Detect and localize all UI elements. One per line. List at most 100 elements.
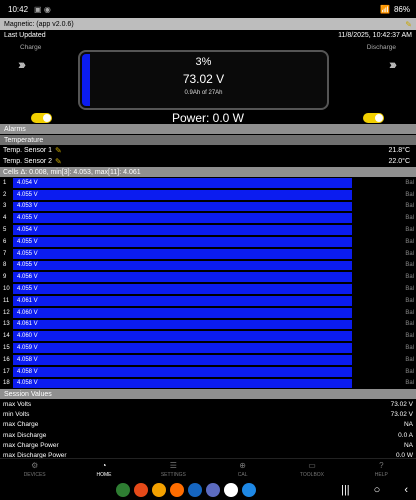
help-icon: ? (379, 461, 384, 470)
battery-panel: Charge ››› Discharge ››› 3% 73.02 V 0.9A… (0, 40, 416, 125)
settings-icon: ☰ (169, 461, 177, 470)
cell-balance-label: Bal (405, 368, 414, 375)
cell-row: 9 4.056 V Bal (0, 271, 416, 283)
cell-voltage: 4.058 V (17, 356, 38, 363)
cell-index: 11 (3, 297, 10, 304)
cell-row: 15 4.059 V Bal (0, 342, 416, 354)
cell-index: 4 (3, 215, 7, 222)
cell-row: 2 4.055 V Bal (0, 189, 416, 201)
battery-gauge: 3% 73.02 V 0.9Ah of 27Ah (78, 50, 329, 110)
cell-voltage-bar (13, 284, 352, 294)
cell-balance-label: Bal (405, 286, 414, 293)
temp-sensor-name-wrap: Temp. Sensor 1 ✎ (3, 146, 62, 155)
cell-index: 3 (3, 203, 7, 210)
battery-ah: 0.9Ah of 27Ah (184, 90, 223, 96)
cell-voltage: 4.058 V (17, 368, 38, 375)
app-icon[interactable] (242, 483, 256, 497)
session-name: max Charge (3, 421, 39, 429)
battery-voltage: 73.02 V (182, 72, 225, 86)
notification-icon: ▣ ◉ (34, 4, 51, 14)
cell-voltage-bar (13, 319, 352, 330)
cell-voltage: 4.060 V (17, 309, 38, 316)
cell-row: 3 4.053 V Bal (0, 201, 416, 213)
cell-voltage: 4.055 V (17, 215, 38, 222)
back-icon[interactable]: ‹ (404, 484, 408, 496)
edit-title-icon[interactable]: ✎ (405, 20, 412, 29)
cell-voltage-bar (13, 354, 352, 365)
session-value: 73.02 V (390, 411, 413, 419)
app-icon[interactable] (188, 483, 202, 497)
temperature-label: Temperature (4, 136, 44, 144)
nav-help[interactable]: ? HELP (347, 459, 416, 480)
status-time: 10:42 (8, 4, 29, 14)
app-icon[interactable] (170, 483, 184, 497)
session-label: Session Values (4, 390, 52, 398)
nav-label: CAL (237, 472, 248, 478)
cell-row: 10 4.055 V Bal (0, 283, 416, 295)
edit-sensor-icon[interactable]: ✎ (55, 146, 62, 155)
last-updated-row: Last Updated 11/8/2025, 10:42:37 AM (0, 30, 416, 40)
app-title: Magnetic: (app v2.0.6) (4, 20, 74, 28)
cell-index: 7 (3, 250, 7, 257)
cell-balance-label: Bal (405, 297, 414, 304)
alarms-label: Alarms (4, 125, 26, 133)
temp-sensor-name: Temp. Sensor 1 (3, 147, 53, 154)
signal-icon: 📶 (380, 4, 390, 14)
cell-voltage-bar (13, 213, 352, 224)
app-icon[interactable] (152, 483, 166, 497)
cell-row: 17 4.058 V Bal (0, 366, 416, 378)
home-circle-icon[interactable]: ○ (374, 484, 381, 496)
cell-voltage-bar (13, 178, 352, 188)
cell-row: 18 4.058 V Bal (0, 378, 416, 390)
app-icon[interactable] (116, 483, 130, 497)
system-nav: ||| ○ ‹ (341, 480, 416, 500)
session-row: max Charge NA (0, 420, 416, 430)
temperature-header[interactable]: Temperature (0, 135, 416, 145)
session-header[interactable]: Session Values (0, 389, 416, 400)
cell-index: 8 (3, 262, 7, 269)
devices-icon: ⚙ (31, 461, 39, 470)
cell-voltage: 4.059 V (17, 345, 38, 352)
session-name: max Volts (3, 400, 32, 408)
cell-voltage: 4.061 V (17, 297, 38, 304)
edit-sensor-icon[interactable]: ✎ (55, 157, 62, 166)
cell-voltage-bar (13, 201, 352, 212)
cell-row: 13 4.061 V Bal (0, 319, 416, 331)
session-name: max Charge Power (3, 441, 59, 449)
cell-voltage-bar (13, 248, 352, 259)
cell-index: 1 (3, 179, 7, 186)
cell-index: 14 (3, 333, 10, 340)
cells-header[interactable]: Cells Δ: 0.008, min[3]: 4.053, max[11]: … (0, 167, 416, 177)
cell-voltage: 4.058 V (17, 380, 38, 387)
cal-icon: ⊕ (239, 461, 246, 470)
session-value: NA (403, 421, 413, 429)
session-list: max Volts 73.02 Vmin Volts 73.02 Vmax Char… (0, 399, 416, 460)
cell-row: 5 4.054 V Bal (0, 224, 416, 236)
cell-index: 16 (3, 356, 10, 363)
nav-home[interactable]: ◔ HOME (69, 459, 138, 480)
app-icon[interactable] (134, 483, 148, 497)
nav-settings[interactable]: ☰ SETTINGS (139, 459, 208, 480)
recents-icon[interactable]: ||| (341, 484, 350, 496)
cell-index: 6 (3, 238, 7, 245)
app-title-bar: Magnetic: (app v2.0.6) ✎ (0, 18, 416, 30)
cell-voltage: 4.055 V (17, 286, 38, 293)
app-icon[interactable] (224, 483, 238, 497)
cell-list: 1 4.054 V Bal 2 4.055 V Bal 3 4.053 V Bal 4 4.055 … (0, 177, 416, 389)
nav-toolbox[interactable]: ▭ TOOLBOX (277, 459, 346, 480)
session-row: max Charge Power NA (0, 440, 416, 450)
temp-sensor-name-wrap: Temp. Sensor 2 ✎ (3, 157, 62, 166)
alarms-header[interactable]: Alarms (0, 124, 416, 134)
nav-devices[interactable]: ⚙ DEVICES (0, 459, 69, 480)
cell-row: 16 4.058 V Bal (0, 354, 416, 366)
nav-cal[interactable]: ⊕ CAL (208, 459, 277, 480)
home-icon: ◔ (101, 461, 107, 470)
app-icon[interactable] (206, 483, 220, 497)
cell-balance-label: Bal (405, 262, 414, 269)
cell-balance-label: Bal (405, 250, 414, 257)
cell-row: 7 4.055 V Bal (0, 248, 416, 260)
discharge-label: Discharge (366, 44, 396, 51)
cell-balance-label: Bal (405, 333, 414, 340)
cell-voltage-bar (13, 260, 352, 271)
cell-balance-label: Bal (405, 238, 414, 245)
